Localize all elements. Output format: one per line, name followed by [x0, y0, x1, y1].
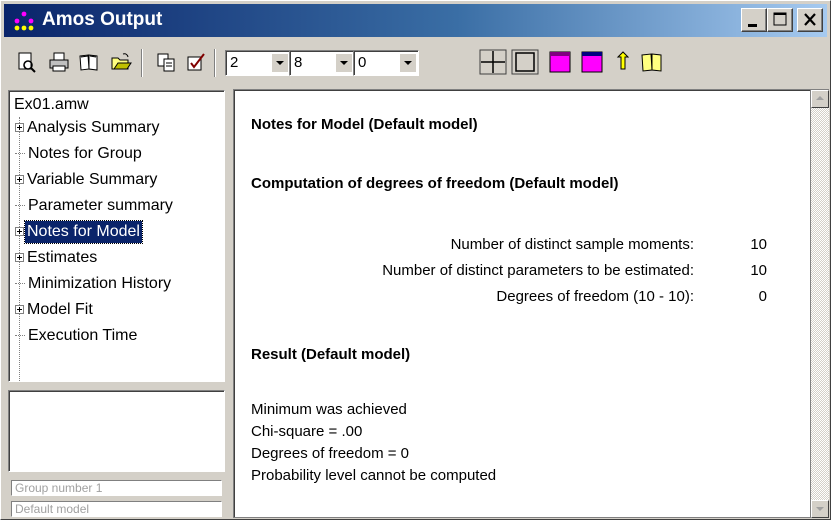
amos-app-icon: [14, 11, 34, 31]
toolbar-separator: [214, 49, 216, 77]
open-button[interactable]: [108, 49, 134, 75]
result-line: Probability level cannot be computed: [251, 467, 497, 484]
chevron-down-icon[interactable]: [272, 54, 288, 72]
heading-result: Result (Default model): [251, 346, 411, 363]
combo-value: 0: [358, 54, 367, 71]
close-button[interactable]: [797, 8, 823, 32]
box-icon: [511, 49, 539, 75]
minimize-button[interactable]: [741, 8, 767, 32]
groups-panel[interactable]: [8, 390, 225, 472]
output-content: Notes for Model (Default model) Computat…: [233, 89, 811, 518]
maximize-icon: [773, 12, 787, 26]
expand-plus-icon[interactable]: [15, 227, 24, 237]
print-preview-icon: [18, 52, 36, 73]
row-label: Degrees of freedom (10 - 10):: [496, 288, 694, 305]
heading-notes-for-model: Notes for Model (Default model): [251, 116, 478, 133]
grid-lines-button[interactable]: [478, 48, 508, 76]
close-icon: [804, 13, 816, 26]
print-icon: [49, 52, 69, 72]
tree-item-label: Notes for Model: [24, 220, 143, 244]
row-value: 0: [758, 288, 767, 305]
toolbar: 2 8 0: [4, 41, 827, 83]
toolbar-separator: [141, 49, 143, 77]
print-preview-button[interactable]: [14, 49, 40, 75]
title-bar[interactable]: Amos Output: [4, 4, 827, 37]
highlight-2-button[interactable]: [577, 48, 607, 76]
tree-item-label: Analysis Summary: [27, 119, 160, 136]
checkbox-icon: [187, 53, 205, 71]
tree-item[interactable]: Notes for Group: [15, 143, 144, 169]
tree-branch-line: [15, 283, 25, 285]
tree-item[interactable]: Variable Summary: [15, 169, 159, 195]
group-number-field[interactable]: Group number 1: [11, 480, 222, 496]
tree-item-label: Minimization History: [28, 275, 172, 292]
column-width-combo[interactable]: 8: [289, 50, 355, 76]
print-button[interactable]: [46, 49, 72, 75]
pointer-help-button[interactable]: [608, 48, 638, 76]
chevron-down-icon[interactable]: [400, 54, 416, 72]
tree-item-label: Estimates: [27, 249, 98, 266]
decimal-places-combo[interactable]: 2: [225, 50, 291, 76]
expand-plus-icon[interactable]: [15, 253, 24, 263]
tree-item-label: Execution Time: [28, 327, 138, 344]
magenta-box-icon: [549, 51, 571, 73]
result-line: Minimum was achieved: [251, 401, 407, 418]
pointer-help-icon: [616, 51, 630, 70]
vertical-scrollbar[interactable]: [811, 89, 829, 518]
row-label: Number of distinct sample moments:: [450, 236, 694, 253]
row-value: 10: [750, 262, 767, 279]
tree-item[interactable]: Minimization History: [15, 273, 173, 299]
tree-branch-line: [15, 153, 25, 155]
copy-icon: [157, 53, 175, 72]
tree-item-label: Model Fit: [27, 301, 93, 318]
row-value: 10: [750, 236, 767, 253]
row-label: Number of distinct parameters to be esti…: [382, 262, 694, 279]
expand-plus-icon[interactable]: [15, 305, 24, 315]
scroll-up-arrow-icon[interactable]: [811, 90, 829, 108]
tree-item[interactable]: Notes for Model: [15, 220, 143, 247]
amos-output-window: Amos Output 2 8 0 Ex01.amw Analysis Summ…: [0, 0, 831, 520]
minimize-icon: [748, 24, 757, 27]
tree-branch-line: [15, 205, 25, 207]
tree-item[interactable]: Parameter summary: [15, 195, 175, 221]
columns-combo[interactable]: 0: [353, 50, 419, 76]
tree-item-label: Parameter summary: [28, 197, 173, 214]
checkbox-button[interactable]: [183, 49, 209, 75]
book-button[interactable]: [76, 49, 102, 75]
maximize-button[interactable]: [767, 8, 793, 32]
combo-value: 8: [294, 54, 303, 71]
tree-item[interactable]: Execution Time: [15, 325, 139, 351]
tree-item-label: Notes for Group: [28, 145, 142, 162]
tree-item[interactable]: Analysis Summary: [15, 117, 161, 143]
model-field[interactable]: Default model: [11, 501, 222, 517]
magenta-box-2-icon: [581, 51, 603, 73]
copy-button[interactable]: [153, 49, 179, 75]
result-line: Degrees of freedom = 0: [251, 445, 410, 462]
scroll-down-arrow-icon[interactable]: [811, 500, 829, 518]
heading-degrees-of-freedom: Computation of degrees of freedom (Defau…: [251, 175, 619, 192]
window-title: Amos Output: [42, 9, 163, 30]
combo-value: 2: [230, 54, 239, 71]
expand-plus-icon[interactable]: [15, 175, 24, 185]
chevron-down-icon[interactable]: [336, 54, 352, 72]
help-book-button[interactable]: [637, 48, 667, 76]
box-button[interactable]: [510, 48, 540, 76]
expand-plus-icon[interactable]: [15, 123, 24, 133]
grid-lines-icon: [479, 49, 507, 75]
highlight-button[interactable]: [545, 48, 575, 76]
help-book-icon: [641, 53, 662, 72]
tree-item[interactable]: Model Fit: [15, 299, 95, 325]
output-tree[interactable]: Ex01.amw Analysis Summary Notes for Group…: [8, 90, 225, 382]
tree-item-label: Variable Summary: [27, 171, 158, 188]
book-icon: [79, 54, 98, 71]
open-folder-icon: [111, 53, 132, 70]
tree-branch-line: [15, 335, 25, 337]
result-line: Chi-square = .00: [251, 423, 363, 440]
tree-root-file[interactable]: Ex01.amw: [14, 95, 89, 115]
tree-item[interactable]: Estimates: [15, 247, 99, 273]
